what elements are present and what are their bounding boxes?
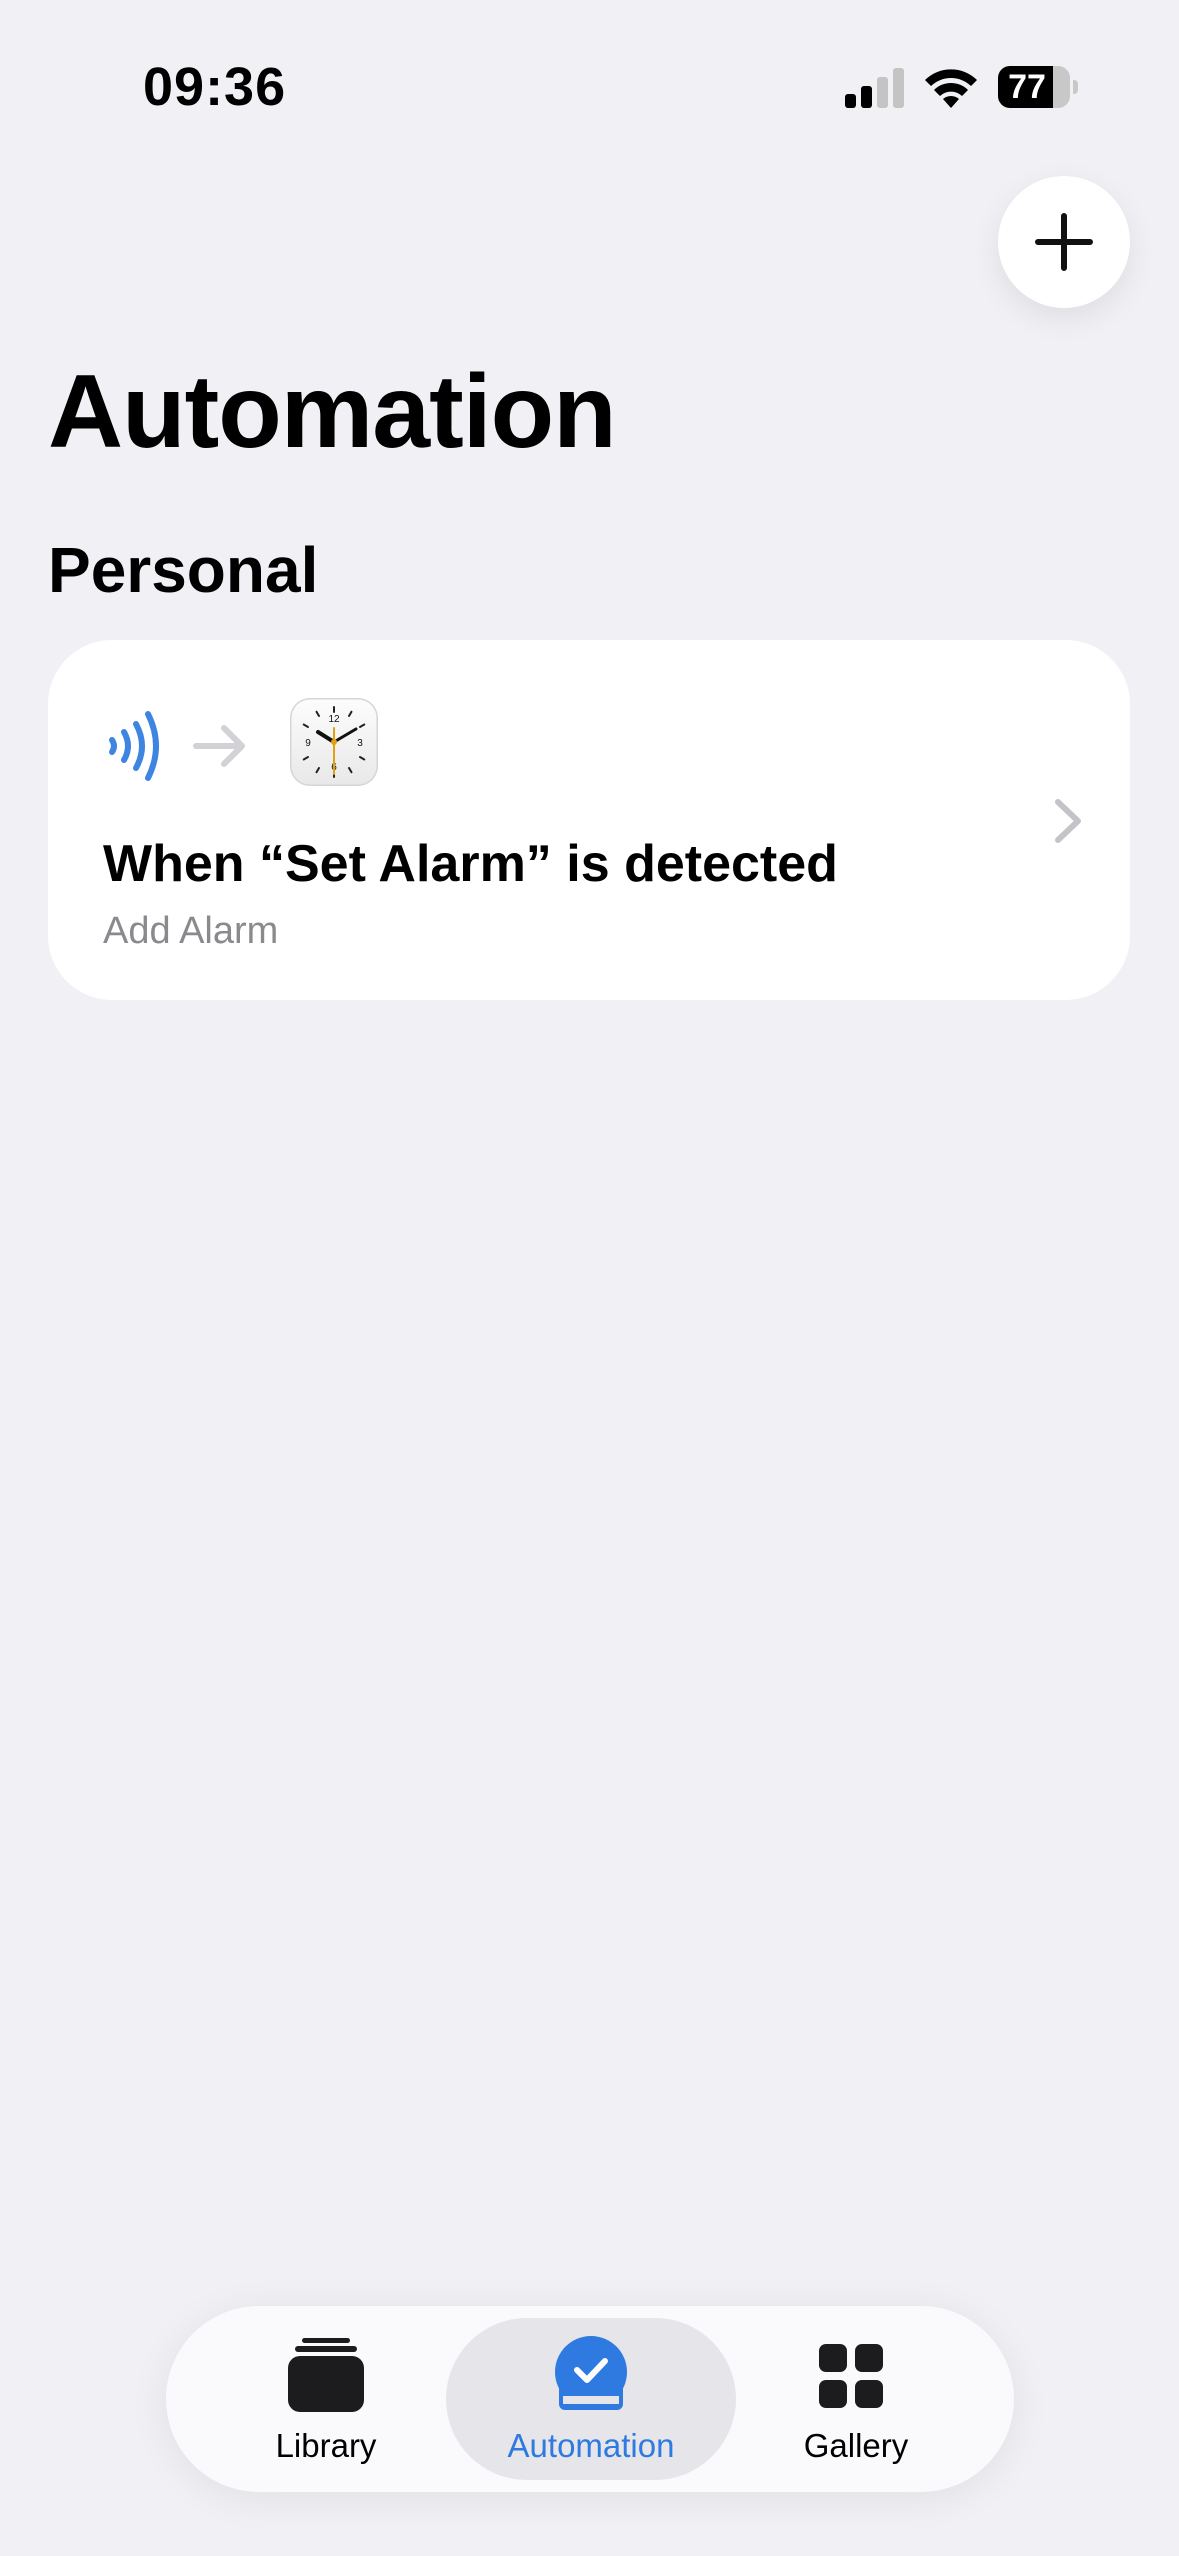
battery-cap: [1073, 80, 1078, 94]
tab-bar: Library Automation Gallery: [166, 2306, 1014, 2492]
gallery-grid-icon: [819, 2344, 883, 2408]
svg-text:12: 12: [328, 714, 340, 725]
battery-indicator: 77: [998, 66, 1078, 108]
nfc-icon: [109, 711, 159, 781]
tab-label-automation: Automation: [507, 2427, 675, 2464]
tab-gallery[interactable]: Gallery: [756, 2306, 956, 2492]
status-time: 09:36: [143, 57, 287, 117]
tab-library[interactable]: Library: [226, 2306, 426, 2492]
svg-text:3: 3: [357, 738, 363, 749]
svg-text:9: 9: [305, 738, 311, 749]
battery-percentage: 77: [1008, 68, 1046, 106]
tab-label-gallery: Gallery: [803, 2427, 909, 2464]
tab-automation[interactable]: Automation: [446, 2306, 736, 2492]
wifi-icon: [925, 69, 977, 108]
clock-app-icon: 12 3 6 9: [290, 698, 378, 786]
arrow-right-icon: [193, 725, 245, 767]
cellular-signal-icon: [845, 68, 904, 108]
automation-card[interactable]: 12 3 6 9 When “Set Alarm” is detected Ad…: [48, 640, 1130, 1000]
automation-check-icon: [555, 2336, 627, 2410]
section-title-personal: Personal: [48, 534, 319, 606]
add-automation-button[interactable]: [998, 176, 1130, 308]
chevron-right-icon: [1055, 799, 1081, 843]
page-title: Automation: [48, 354, 617, 470]
automation-subtitle: Add Alarm: [103, 910, 279, 952]
tab-label-library: Library: [275, 2427, 377, 2464]
plus-icon: [1035, 213, 1093, 271]
automation-title: When “Set Alarm” is detected: [103, 835, 838, 893]
library-stack-icon: [288, 2338, 364, 2412]
